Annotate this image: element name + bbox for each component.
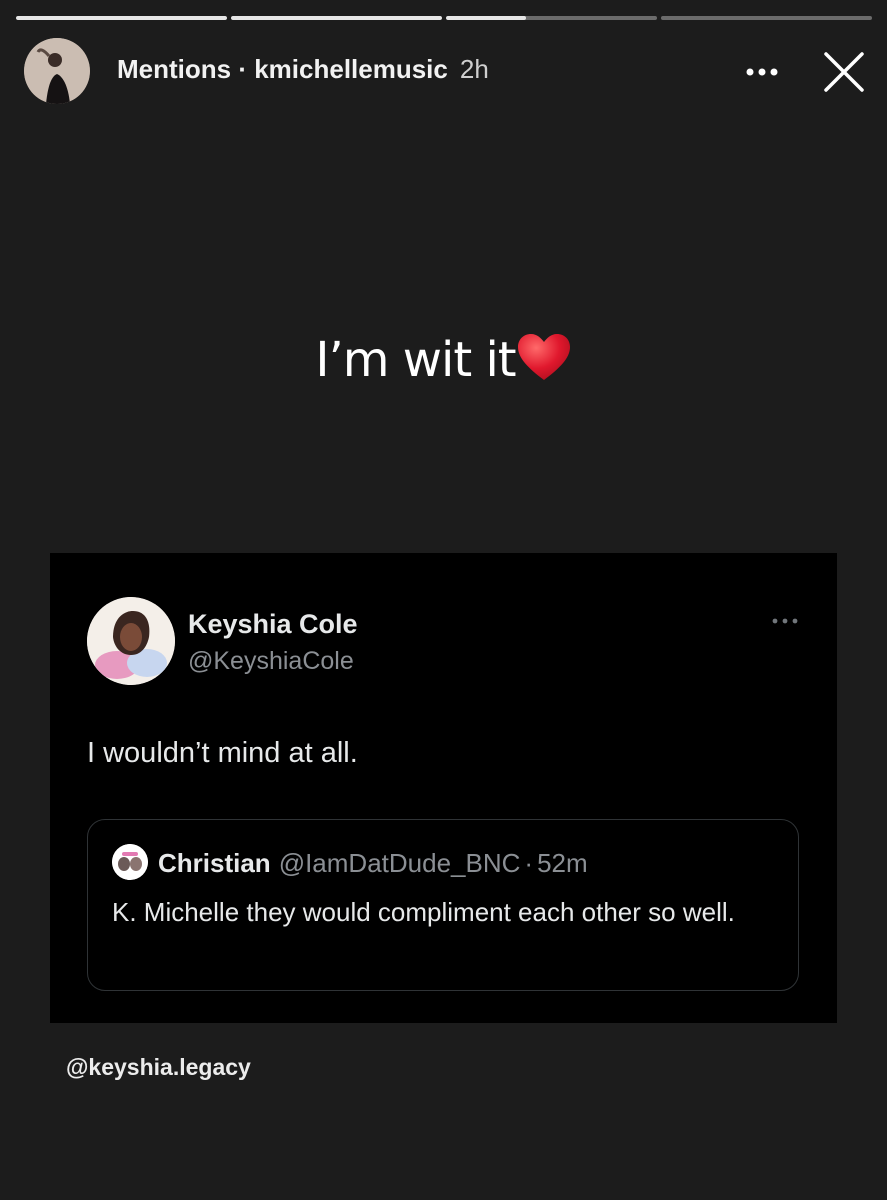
quoted-tweet-header: Christian @IamDatDude_BNC · 52m	[158, 848, 588, 879]
story-title: Mentions · kmichellemusic 2h	[117, 54, 489, 85]
tweet-author-avatar-image	[87, 597, 175, 685]
story-header: Mentions · kmichellemusic 2h	[24, 38, 872, 104]
quoted-author-avatar-image	[112, 844, 148, 880]
tweet-author-avatar[interactable]	[87, 597, 175, 685]
quoted-separator: ·	[524, 848, 534, 878]
progress-segment-fill	[446, 16, 527, 20]
heart-emoji-icon	[516, 334, 572, 387]
progress-segment	[446, 16, 657, 20]
progress-segment-fill	[16, 16, 227, 20]
tweet-card: Keyshia Cole @KeyshiaCole I wouldn’t min…	[50, 553, 837, 1023]
tweet-text: I wouldn’t mind at all.	[87, 737, 358, 769]
close-icon	[824, 52, 864, 92]
profile-avatar-image	[24, 38, 90, 104]
story-progress-bar	[16, 16, 872, 20]
progress-segment	[16, 16, 227, 20]
caption-text: I’m wit it	[315, 332, 516, 388]
quoted-tweet-text: K. Michelle they would compliment each o…	[112, 897, 735, 927]
more-options-button[interactable]	[742, 52, 782, 92]
profile-avatar[interactable]	[24, 38, 90, 104]
story-caption: I’m wit it	[0, 332, 887, 388]
mention-credit[interactable]: @keyshia.legacy	[66, 1054, 251, 1081]
tweet-author-name[interactable]: Keyshia Cole	[188, 609, 358, 640]
progress-segment	[231, 16, 442, 20]
quoted-tweet[interactable]: Christian @IamDatDude_BNC · 52m K. Michelle…	[87, 819, 799, 991]
story-timestamp: 2h	[459, 54, 489, 84]
heart-icon	[517, 334, 570, 380]
more-horizontal-icon	[746, 68, 778, 76]
quoted-author-name: Christian	[158, 848, 271, 878]
tweet-more-button[interactable]	[770, 611, 800, 631]
quoted-timestamp: 52m	[537, 848, 588, 878]
quoted-author-handle: @IamDatDude_BNC	[278, 848, 521, 878]
tweet-author-handle[interactable]: @KeyshiaCole	[188, 647, 354, 676]
progress-segment	[661, 16, 872, 20]
quoted-author-avatar	[112, 844, 148, 880]
progress-segment-fill	[231, 16, 442, 20]
close-button[interactable]	[820, 48, 868, 96]
more-horizontal-icon	[772, 618, 798, 624]
story-title-text[interactable]: Mentions · kmichellemusic	[117, 54, 448, 84]
